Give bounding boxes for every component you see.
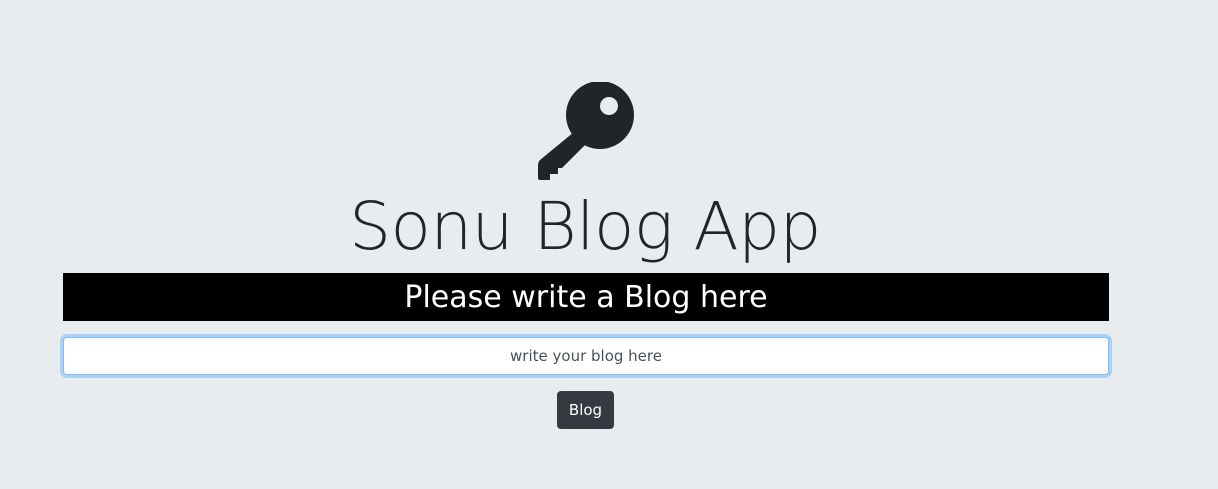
blog-submit-button[interactable]: Blog [557, 391, 614, 429]
blog-prompt-banner: Please write a Blog here [63, 273, 1109, 321]
app-title: Sonu Blog App [349, 188, 821, 265]
key-icon [538, 82, 634, 180]
blog-input[interactable] [63, 337, 1109, 375]
